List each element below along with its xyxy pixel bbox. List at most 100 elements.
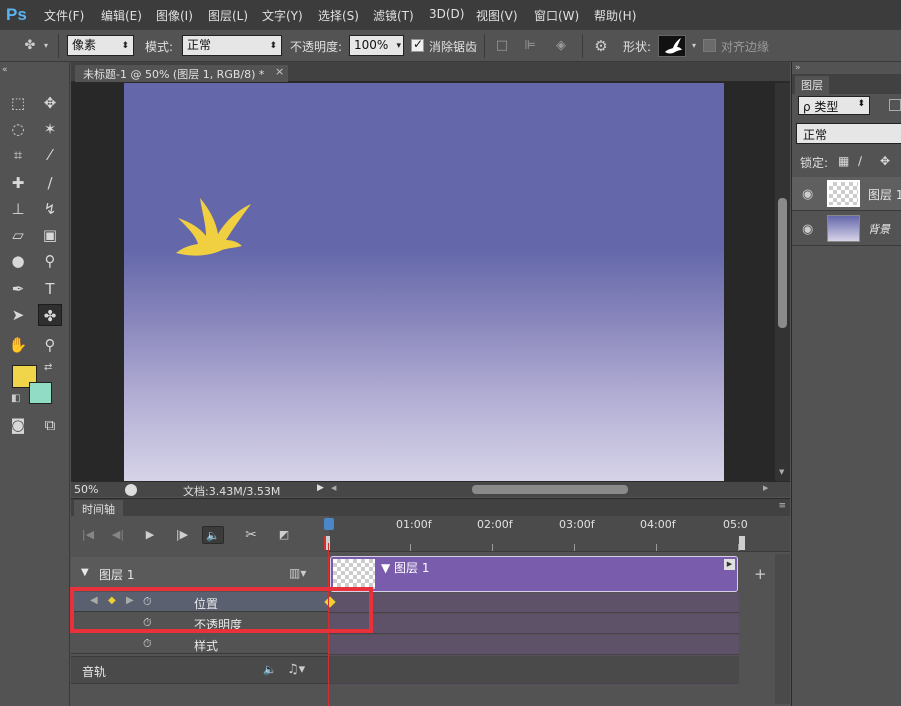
work-area-end-handle[interactable]	[739, 536, 745, 550]
scrollbar-thumb[interactable]	[472, 485, 628, 494]
menu-image[interactable]: 图像(I)	[156, 7, 193, 24]
transition-icon[interactable]: ◩	[273, 526, 295, 544]
healing-brush-icon[interactable]: ✚	[6, 172, 30, 194]
track-area[interactable]: ▼ 图层 1 ▶	[324, 554, 739, 684]
panel-menu-icon[interactable]: ≡	[778, 501, 786, 511]
clone-stamp-icon[interactable]: ⊥	[6, 198, 30, 220]
lock-position-icon[interactable]: ✥	[880, 154, 890, 168]
menu-help[interactable]: 帮助(H)	[594, 7, 636, 24]
path-arrangement-icon[interactable]: ◈	[553, 38, 569, 54]
filmstrip-menu-icon[interactable]: ▥▾	[289, 566, 306, 580]
magic-wand-icon[interactable]: ✶	[38, 118, 62, 140]
scroll-left-icon[interactable]: ◀	[331, 484, 336, 492]
collapse-icon[interactable]: »	[795, 63, 801, 73]
crop-tool-icon[interactable]: ⌗	[6, 144, 30, 166]
document-tab[interactable]: 未标题-1 @ 50% (图层 1, RGB/8) *	[75, 65, 289, 82]
layers-tab[interactable]: 图层	[795, 76, 829, 94]
work-area-start-handle[interactable]	[324, 536, 330, 550]
zoom-preview-icon[interactable]	[125, 484, 137, 496]
align-edges-checkbox[interactable]	[703, 39, 716, 52]
add-media-button[interactable]: +	[754, 565, 767, 583]
stopwatch-icon[interactable]: ⏱	[143, 637, 152, 651]
go-to-first-frame-icon[interactable]: |◀	[77, 526, 99, 544]
puzzle-tool-icon[interactable]: ✤	[22, 38, 38, 54]
shape-dropdown-icon[interactable]: ▾	[686, 38, 702, 54]
antialias-checkbox[interactable]	[411, 37, 424, 52]
swap-colors-icon[interactable]: ⇄	[44, 362, 52, 373]
layer-track-header[interactable]: ▼ 图层 1 ▥▾	[71, 557, 329, 591]
marquee-tool-icon[interactable]: ⬚	[6, 92, 30, 114]
brush-tool-icon[interactable]: ∕	[38, 172, 62, 194]
scroll-right-icon[interactable]: ▶	[763, 484, 768, 492]
menu-select[interactable]: 选择(S)	[318, 7, 359, 24]
layer-row-layer-1[interactable]: ◉ 图层 1	[792, 177, 901, 211]
quick-mask-icon[interactable]: ◙	[6, 414, 30, 436]
shape-picker[interactable]	[658, 35, 686, 57]
timeline-ruler[interactable]: 01:00f 02:00f 03:00f 04:00f 05:0	[329, 516, 790, 552]
layer-filter-select[interactable]: ρ 类型 ⬍	[798, 96, 870, 115]
layer-row-background[interactable]: ◉ 背景	[792, 212, 901, 246]
tool-preset-dropdown-icon[interactable]: ▾	[38, 38, 54, 54]
visibility-eye-icon[interactable]: ◉	[802, 222, 813, 237]
scroll-down-icon[interactable]: ▼	[779, 468, 784, 476]
lasso-tool-icon[interactable]: ◌	[6, 118, 30, 140]
default-colors-icon[interactable]: ◧	[11, 393, 20, 404]
status-menu-icon[interactable]: ▶	[317, 483, 324, 493]
speaker-icon[interactable]: 🔈	[263, 663, 277, 676]
hand-tool-icon[interactable]: ✋	[6, 334, 30, 356]
audio-track-header[interactable]: 音轨 🔈 ♫▾	[71, 656, 329, 684]
dove-shape[interactable]	[176, 198, 251, 258]
style-property-row[interactable]: ⏱ 样式	[71, 634, 329, 654]
timeline-tab[interactable]: 时间轴	[74, 500, 123, 516]
blend-mode-select[interactable]: 正常 ⬍	[182, 35, 282, 56]
vertical-scrollbar[interactable]: ▼	[775, 83, 790, 481]
scrollbar-thumb[interactable]	[778, 198, 787, 328]
layer-blend-mode-select[interactable]: 正常	[796, 123, 901, 144]
dodge-tool-icon[interactable]: ⚲	[38, 250, 62, 272]
zoom-level[interactable]: 50%	[74, 483, 98, 496]
eraser-icon[interactable]: ▱	[6, 224, 30, 246]
image-filter-icon[interactable]	[889, 99, 901, 111]
opacity-input[interactable]: 100% ▾	[349, 35, 404, 56]
move-tool-icon[interactable]: ✥	[38, 92, 62, 114]
eyedropper-icon[interactable]: ⁄	[38, 144, 62, 166]
menu-view[interactable]: 视图(V)	[476, 7, 518, 24]
play-icon[interactable]: ▶	[139, 526, 161, 544]
screen-mode-icon[interactable]: ⧉	[38, 414, 62, 436]
history-brush-icon[interactable]: ↯	[38, 198, 62, 220]
custom-shape-tool-icon[interactable]: ✤	[38, 304, 62, 326]
menu-type[interactable]: 文字(Y)	[262, 7, 303, 24]
background-color-swatch[interactable]	[29, 382, 52, 404]
blur-tool-icon[interactable]: ●	[6, 250, 30, 272]
menu-3d[interactable]: 3D(D)	[429, 7, 464, 21]
menu-file[interactable]: 文件(F)	[44, 7, 84, 24]
menu-edit[interactable]: 编辑(E)	[101, 7, 142, 24]
close-icon[interactable]: ×	[275, 65, 284, 78]
position-track[interactable]	[324, 593, 739, 613]
path-operations-icon[interactable]: □	[494, 38, 510, 54]
menu-layer[interactable]: 图层(L)	[208, 7, 248, 24]
canvas[interactable]	[124, 83, 724, 481]
lock-transparency-icon[interactable]: ▦	[838, 154, 849, 168]
audio-toggle-icon[interactable]: 🔈	[202, 526, 224, 544]
previous-frame-icon[interactable]: ◀|	[107, 526, 129, 544]
menu-filter[interactable]: 滤镜(T)	[373, 7, 414, 24]
expand-triangle-icon[interactable]: ▼	[81, 567, 89, 578]
horizontal-scrollbar[interactable]: ◀ ▶	[329, 484, 775, 496]
music-note-icon[interactable]: ♫▾	[287, 662, 305, 677]
opacity-track[interactable]	[329, 614, 739, 634]
gradient-tool-icon[interactable]: ▣	[38, 224, 62, 246]
lock-pixels-icon[interactable]: ∕	[858, 154, 862, 168]
tool-mode-select[interactable]: 像素 ⬍	[67, 35, 134, 56]
layer-clip[interactable]: ▼ 图层 1 ▶	[330, 556, 738, 592]
playhead-handle[interactable]	[324, 518, 334, 530]
clip-menu-icon[interactable]: ▶	[724, 559, 735, 570]
menu-window[interactable]: 窗口(W)	[534, 7, 579, 24]
next-frame-icon[interactable]: |▶	[171, 526, 193, 544]
style-track[interactable]	[329, 635, 739, 655]
timeline-scrollbar[interactable]	[775, 554, 790, 704]
visibility-eye-icon[interactable]: ◉	[802, 187, 813, 202]
path-selection-icon[interactable]: ➤	[6, 304, 30, 326]
collapse-icon[interactable]: «	[2, 65, 8, 75]
audio-track[interactable]	[329, 656, 739, 684]
